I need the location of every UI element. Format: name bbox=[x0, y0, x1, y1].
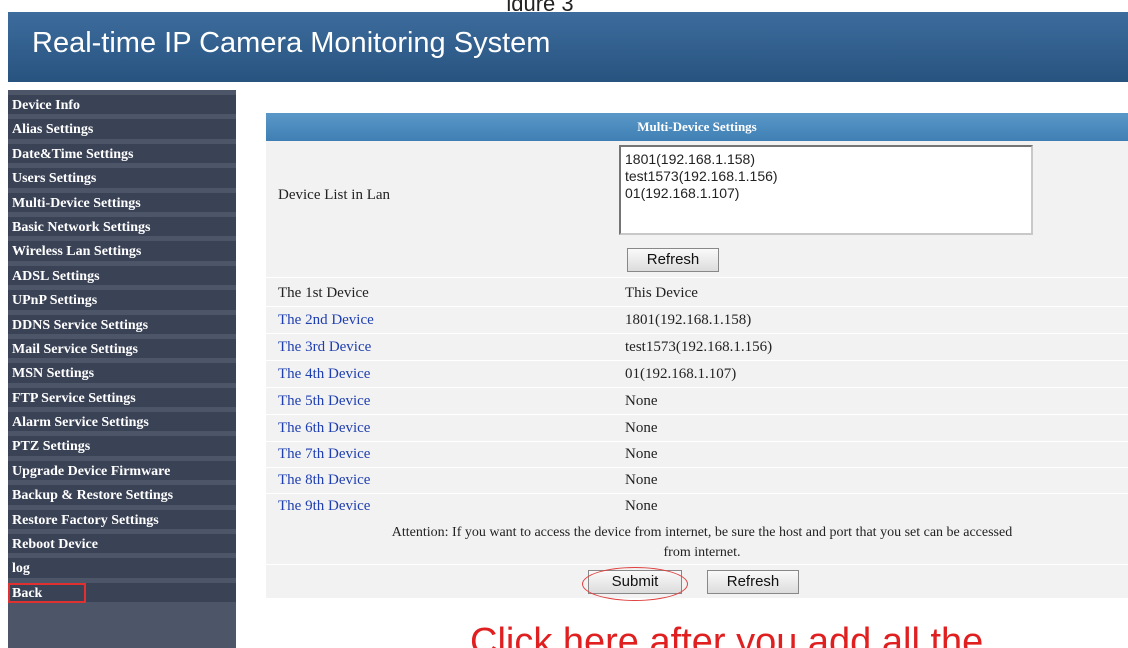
device-row-value-3: test1573(192.168.1.156) bbox=[625, 339, 773, 355]
row-divider bbox=[266, 414, 1128, 415]
sidebar-item-multi-device-settings[interactable]: Multi-Device Settings bbox=[8, 187, 236, 212]
app-header: Real-time IP Camera Monitoring System bbox=[8, 12, 1128, 82]
device-link-7[interactable]: The 7th Device bbox=[278, 446, 370, 463]
multi-device-settings-panel: Multi-Device Settings Device List in Lan… bbox=[266, 113, 1128, 601]
device-list-item[interactable]: 01(192.168.1.107) bbox=[625, 185, 1031, 202]
sidebar-item-msn-settings[interactable]: MSN Settings bbox=[8, 358, 236, 383]
device-row-value-4: 01(192.168.1.107) bbox=[625, 366, 737, 382]
sidebar-item-upnp-settings[interactable]: UPnP Settings bbox=[8, 285, 236, 310]
sidebar-item-adsl-settings[interactable]: ADSL Settings bbox=[8, 260, 236, 286]
sidebar-item-alias-settings[interactable]: Alias Settings bbox=[8, 114, 236, 139]
sidebar-item-backup-restore-settings[interactable]: Backup & Restore Settings bbox=[8, 480, 236, 505]
attention-note: Attention: If you want to access the dev… bbox=[276, 523, 1128, 563]
sidebar-item-log[interactable]: log bbox=[8, 553, 236, 578]
row-divider bbox=[266, 564, 1128, 565]
device-list-box[interactable]: 1801(192.168.1.158) test1573(192.168.1.1… bbox=[619, 145, 1033, 235]
sidebar-item-mail-service-settings[interactable]: Mail Service Settings bbox=[8, 333, 236, 359]
device-list-label: Device List in Lan bbox=[278, 187, 391, 203]
device-link-5[interactable]: The 5th Device bbox=[278, 393, 370, 410]
sidebar-item-basic-network-settings[interactable]: Basic Network Settings bbox=[8, 211, 236, 237]
device-link-6[interactable]: The 6th Device bbox=[278, 420, 370, 437]
sidebar-item-reboot-device[interactable]: Reboot Device bbox=[8, 529, 236, 554]
device-row-value-2: 1801(192.168.1.158) bbox=[625, 312, 752, 328]
row-divider bbox=[266, 493, 1128, 494]
device-link-9[interactable]: The 9th Device bbox=[278, 498, 370, 515]
panel-title: Multi-Device Settings bbox=[266, 113, 1128, 141]
row-divider bbox=[266, 306, 1128, 307]
device-link-2[interactable]: The 2nd Device bbox=[278, 312, 374, 329]
figure-caption: igure 3 bbox=[470, 0, 610, 11]
row-divider bbox=[266, 333, 1128, 334]
device-link-8[interactable]: The 8th Device bbox=[278, 472, 370, 489]
device-row-value-5: None bbox=[625, 393, 658, 409]
sidebar-menu: Device Info Alias Settings Date&Time Set… bbox=[8, 90, 236, 648]
sidebar-item-ptz-settings[interactable]: PTZ Settings bbox=[8, 431, 236, 456]
sidebar-item-ddns-service-settings[interactable]: DDNS Service Settings bbox=[8, 309, 236, 334]
sidebar-item-users-settings[interactable]: Users Settings bbox=[8, 163, 236, 188]
row-divider bbox=[266, 387, 1128, 388]
device-list-item[interactable]: 1801(192.168.1.158) bbox=[625, 151, 1031, 168]
app-title: Real-time IP Camera Monitoring System bbox=[32, 27, 551, 59]
content-margin bbox=[236, 90, 266, 648]
sidebar-item-wireless-lan-settings[interactable]: Wireless Lan Settings bbox=[8, 236, 236, 261]
row-divider bbox=[266, 277, 1128, 278]
sidebar-item-ftp-service-settings[interactable]: FTP Service Settings bbox=[8, 382, 236, 408]
device-row-value-6: None bbox=[625, 420, 658, 436]
row-divider bbox=[266, 467, 1128, 468]
refresh-list-button[interactable]: Refresh bbox=[627, 248, 719, 272]
sidebar-item-upgrade-device-firmware[interactable]: Upgrade Device Firmware bbox=[8, 455, 236, 481]
device-link-3[interactable]: The 3rd Device bbox=[278, 339, 371, 356]
attention-line-2: from internet. bbox=[663, 545, 741, 560]
row-divider bbox=[266, 360, 1128, 361]
attention-line-1: Attention: If you want to access the dev… bbox=[391, 525, 1013, 540]
row-divider bbox=[266, 441, 1128, 442]
device-row-value-8: None bbox=[625, 472, 658, 488]
device-list-item[interactable]: test1573(192.168.1.156) bbox=[625, 168, 1031, 185]
device-row-value-7: None bbox=[625, 446, 658, 462]
back-highlight-box bbox=[8, 582, 86, 603]
sidebar-item-restore-factory-settings[interactable]: Restore Factory Settings bbox=[8, 504, 236, 530]
sidebar-item-back[interactable]: Back bbox=[8, 577, 236, 603]
device-row-value-1: This Device bbox=[625, 285, 698, 301]
device-row-label-1: The 1st Device bbox=[278, 285, 369, 301]
submit-highlight-circle bbox=[582, 567, 688, 601]
device-link-4[interactable]: The 4th Device bbox=[278, 366, 370, 383]
sidebar-item-alarm-service-settings[interactable]: Alarm Service Settings bbox=[8, 407, 236, 432]
device-row-value-9: None bbox=[625, 498, 658, 514]
sidebar-item-date-time-settings[interactable]: Date&Time Settings bbox=[8, 138, 236, 164]
refresh-button[interactable]: Refresh bbox=[707, 570, 799, 594]
annotation-caption: Click here after you add all the bbox=[470, 621, 984, 648]
sidebar-item-device-info[interactable]: Device Info bbox=[8, 90, 236, 115]
